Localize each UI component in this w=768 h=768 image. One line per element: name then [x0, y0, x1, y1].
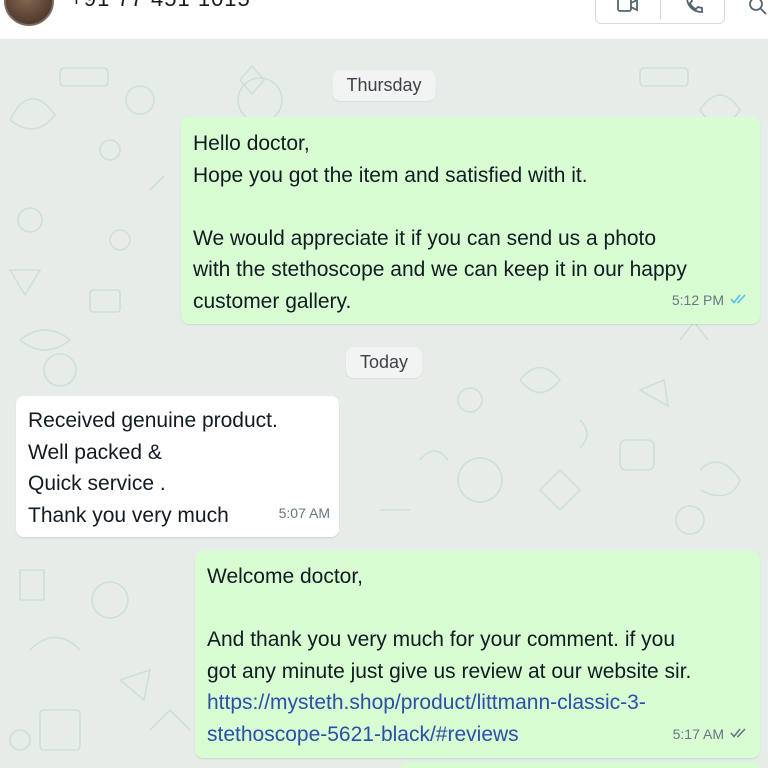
date-separator: Today [345, 347, 423, 378]
message-text-line: Welcome doctor, [207, 565, 364, 588]
chat-header: +91 77 451 1015 [0, 0, 768, 40]
outgoing-message[interactable]: Welcome doctor, And thank you very much … [195, 551, 760, 758]
message-text-line: customer gallery. [193, 289, 352, 313]
contact-name[interactable]: +91 77 451 1015 [70, 0, 251, 12]
message-list[interactable]: Thursday Hello doctor, Hope you got the … [0, 40, 768, 768]
date-separator: Thursday [332, 70, 436, 101]
message-text-line: Hope you got the item and satisfied with… [193, 163, 588, 187]
call-buttons [595, 0, 725, 24]
contact-avatar[interactable] [4, 0, 54, 26]
message-text-line: And thank you very much for your comment… [207, 628, 676, 651]
message-time: 5:07 AM [278, 504, 330, 521]
message-text-line: got any minute just give us review at ou… [207, 659, 692, 683]
voice-call-icon[interactable] [682, 0, 706, 17]
message-meta: 5:17 AM [673, 719, 748, 751]
message-text-line: Received genuine product. [28, 409, 278, 432]
double-check-delivered-icon [730, 719, 748, 751]
incoming-message[interactable]: Received genuine product. Well packed & … [16, 396, 339, 537]
message-meta: 5:07 AM [279, 498, 330, 530]
review-link[interactable]: https://mysteth.shop/product/littmann-cl… [207, 687, 748, 719]
message-time: 5:17 AM [672, 725, 724, 742]
message-text-line: We would appreciate it if you can send u… [193, 226, 657, 250]
outgoing-message[interactable]: Hello doctor, Hope you got the item and … [181, 117, 760, 324]
message-text-line: Hello doctor, [193, 132, 310, 155]
message-meta: 5:12 PM [672, 285, 748, 317]
review-link[interactable]: stethoscope-5621-black/#reviews [207, 719, 748, 751]
message-text-line: with the stethoscope and we can keep it … [193, 258, 687, 281]
video-call-icon[interactable] [616, 0, 640, 17]
message-text-line: Well packed & [28, 440, 162, 464]
message-text-line: Quick service . [28, 472, 166, 495]
outgoing-message-partial[interactable] [400, 762, 760, 768]
search-icon[interactable] [746, 0, 768, 18]
message-time: 5:12 PM [671, 291, 724, 308]
double-check-read-icon [730, 285, 748, 317]
call-divider [660, 0, 661, 19]
